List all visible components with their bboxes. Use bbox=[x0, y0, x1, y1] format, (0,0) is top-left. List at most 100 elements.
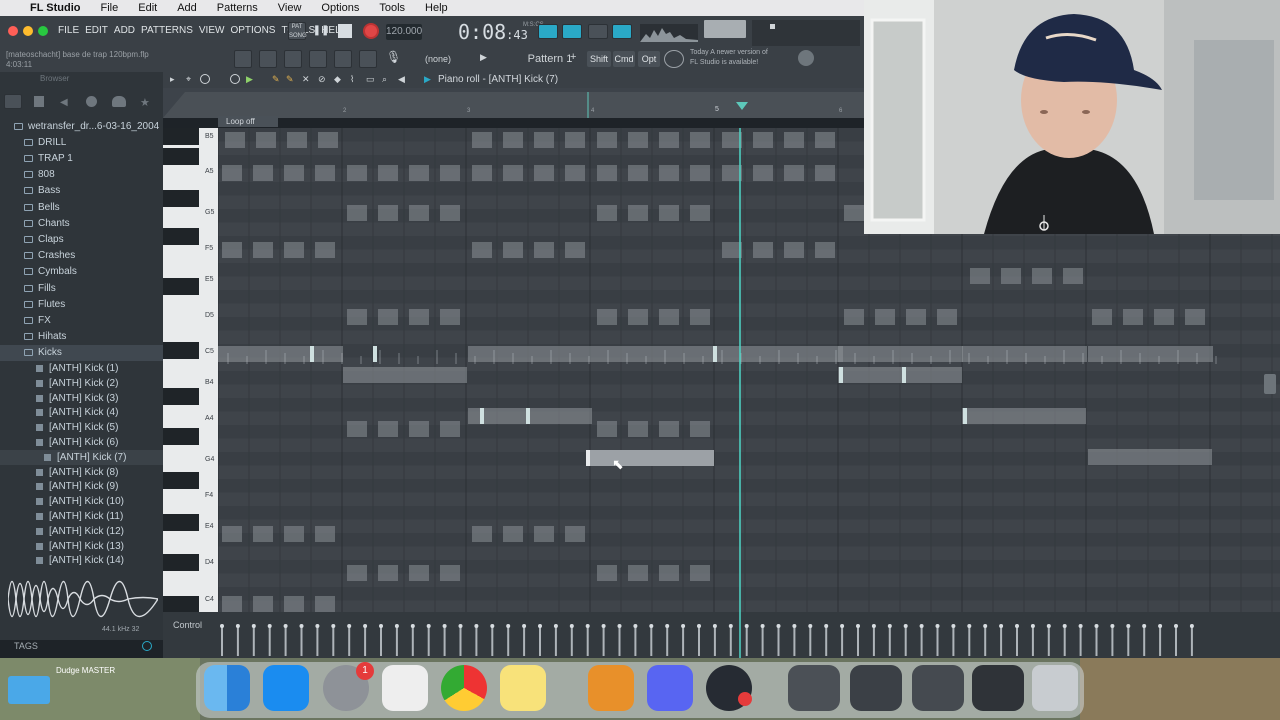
time-icon[interactable] bbox=[230, 74, 240, 84]
browser-file[interactable]: [ANTH] Kick (4) bbox=[0, 405, 163, 420]
browser-folder[interactable]: Crashes bbox=[0, 248, 163, 264]
browser-file-icon[interactable] bbox=[34, 96, 44, 107]
speaker-icon[interactable]: ◀ bbox=[398, 74, 405, 85]
documents-icon[interactable] bbox=[382, 665, 428, 711]
black-key[interactable] bbox=[163, 278, 199, 295]
headphones-icon[interactable] bbox=[200, 74, 210, 84]
recent-window-4[interactable] bbox=[972, 665, 1024, 711]
menu-tools[interactable]: Tools bbox=[369, 2, 415, 14]
opt-button[interactable]: Opt bbox=[638, 51, 660, 67]
zoom-icon[interactable]: ⌕ bbox=[382, 74, 387, 85]
vertical-scrollbar[interactable] bbox=[1264, 374, 1276, 394]
desktop-folder-label[interactable]: Dudge MASTER bbox=[56, 666, 115, 675]
browser-file[interactable]: [ANTH] Kick (6) bbox=[0, 435, 163, 450]
browser-file[interactable]: [ANTH] Kick (11) bbox=[0, 509, 163, 524]
piano-roll-menu-icon[interactable]: ▸ bbox=[170, 74, 175, 85]
browser-file[interactable]: [ANTH] Kick (2) bbox=[0, 376, 163, 391]
pause-icon[interactable]: ❚❚ bbox=[312, 22, 330, 40]
fl-menu-patterns[interactable]: PATTERNS bbox=[141, 25, 193, 36]
slice-icon[interactable]: ⌇ bbox=[350, 74, 354, 85]
fl-menu-edit[interactable]: EDIT bbox=[85, 25, 108, 36]
close-window-button[interactable] bbox=[8, 26, 18, 36]
browser-folder[interactable]: Claps bbox=[0, 231, 163, 247]
menu-help[interactable]: Help bbox=[415, 2, 458, 14]
channel-rack-icon[interactable] bbox=[309, 50, 327, 68]
news-icon[interactable] bbox=[664, 50, 684, 68]
play-icon[interactable]: ▶ bbox=[246, 74, 253, 85]
browser-file[interactable]: [ANTH] Kick (9) bbox=[0, 479, 163, 494]
black-key[interactable] bbox=[163, 554, 199, 571]
browser-folder[interactable]: wetransfer_dr...6-03-16_2004 bbox=[0, 118, 163, 134]
recent-window-1[interactable] bbox=[788, 665, 840, 711]
settings-icon[interactable] bbox=[86, 96, 97, 107]
pencil-icon[interactable]: ✎ bbox=[272, 74, 280, 85]
star-icon[interactable]: ★ bbox=[140, 96, 152, 109]
browser-folder[interactable]: DRILL bbox=[0, 134, 163, 150]
cloud-icon[interactable] bbox=[112, 96, 126, 107]
black-key[interactable] bbox=[163, 190, 199, 207]
pat-song-toggle[interactable]: PAT SONG bbox=[288, 22, 307, 40]
fl-studio-icon[interactable] bbox=[588, 665, 634, 711]
browser-folder[interactable]: Fills bbox=[0, 280, 163, 296]
menu-app[interactable]: FL Studio bbox=[20, 2, 91, 14]
playlist-icon[interactable] bbox=[259, 50, 277, 68]
recent-window-2[interactable] bbox=[850, 665, 902, 711]
plugin-picker-icon[interactable] bbox=[359, 50, 377, 68]
search-icon[interactable] bbox=[142, 641, 152, 651]
fl-menu-add[interactable]: ADD bbox=[114, 25, 135, 36]
black-key[interactable] bbox=[163, 148, 199, 165]
countdown-button[interactable] bbox=[562, 24, 582, 39]
cmd-button[interactable]: Cmd bbox=[613, 51, 635, 67]
menu-add[interactable]: Add bbox=[167, 2, 207, 14]
mixer-icon[interactable] bbox=[334, 50, 352, 68]
browser-file[interactable]: [ANTH] Kick (1) bbox=[0, 361, 163, 376]
black-key[interactable] bbox=[163, 228, 199, 245]
trash-icon[interactable] bbox=[1032, 665, 1078, 711]
black-key[interactable] bbox=[163, 514, 199, 531]
browser-folder[interactable]: TRAP 1 bbox=[0, 150, 163, 166]
finder-icon[interactable] bbox=[204, 665, 250, 711]
loop-record-button[interactable] bbox=[588, 24, 608, 39]
browser-file[interactable]: [ANTH] Kick (8) bbox=[0, 465, 163, 480]
shift-button[interactable]: Shift bbox=[587, 51, 611, 67]
desktop-folder-icon[interactable] bbox=[8, 676, 50, 704]
arrow-right-icon[interactable]: ▶ bbox=[424, 74, 431, 85]
magnet-icon[interactable]: ⌖ bbox=[186, 74, 196, 84]
timeline-ruler[interactable]: 2 3 4 5 6 bbox=[163, 88, 864, 118]
loop-toggle[interactable]: Loop off bbox=[218, 116, 278, 127]
minimize-window-button[interactable] bbox=[23, 26, 33, 36]
piano-keyboard[interactable] bbox=[163, 128, 218, 613]
discord-icon[interactable] bbox=[647, 665, 693, 711]
black-key[interactable] bbox=[163, 428, 199, 445]
browser-folder[interactable]: Kicks bbox=[0, 344, 163, 361]
slip-icon[interactable]: ◆ bbox=[334, 74, 341, 85]
browser-file[interactable]: [ANTH] Kick (13) bbox=[0, 539, 163, 554]
play-arrow-icon[interactable]: ▶ bbox=[480, 52, 490, 66]
fl-menu-options[interactable]: OPTIONS bbox=[230, 25, 275, 36]
stop-icon[interactable] bbox=[338, 24, 352, 38]
metronome-button[interactable] bbox=[538, 24, 558, 39]
menu-patterns[interactable]: Patterns bbox=[207, 2, 268, 14]
black-key[interactable] bbox=[163, 472, 199, 489]
step-edit-button[interactable] bbox=[612, 24, 632, 39]
browser-file[interactable]: [ANTH] Kick (12) bbox=[0, 524, 163, 539]
velocity-lane[interactable] bbox=[218, 612, 1218, 658]
mute-icon[interactable]: ⊘ bbox=[318, 74, 326, 85]
zoom-window-button[interactable] bbox=[38, 26, 48, 36]
browser-folder[interactable]: Cymbals bbox=[0, 264, 163, 280]
notes-icon[interactable] bbox=[500, 665, 546, 711]
browser-folder[interactable]: Chants bbox=[0, 215, 163, 231]
control-label[interactable]: Control bbox=[173, 620, 202, 630]
browser-file[interactable]: [ANTH] Kick (3) bbox=[0, 391, 163, 406]
browser-file[interactable]: [ANTH] Kick (7) bbox=[0, 449, 163, 465]
menu-view[interactable]: View bbox=[268, 2, 312, 14]
fl-menu-file[interactable]: FILE bbox=[58, 25, 79, 36]
black-key[interactable] bbox=[163, 342, 199, 359]
browser-collapse-icon[interactable] bbox=[4, 94, 22, 109]
browser-folder[interactable]: Hihats bbox=[0, 329, 163, 345]
news-panel[interactable]: Today A newer version of FL Studio is ava… bbox=[690, 48, 768, 68]
browser-folder[interactable]: Bass bbox=[0, 183, 163, 199]
instrument-selector[interactable]: (none) bbox=[425, 54, 451, 64]
menu-options[interactable]: Options bbox=[311, 2, 369, 14]
black-key[interactable] bbox=[163, 596, 199, 613]
